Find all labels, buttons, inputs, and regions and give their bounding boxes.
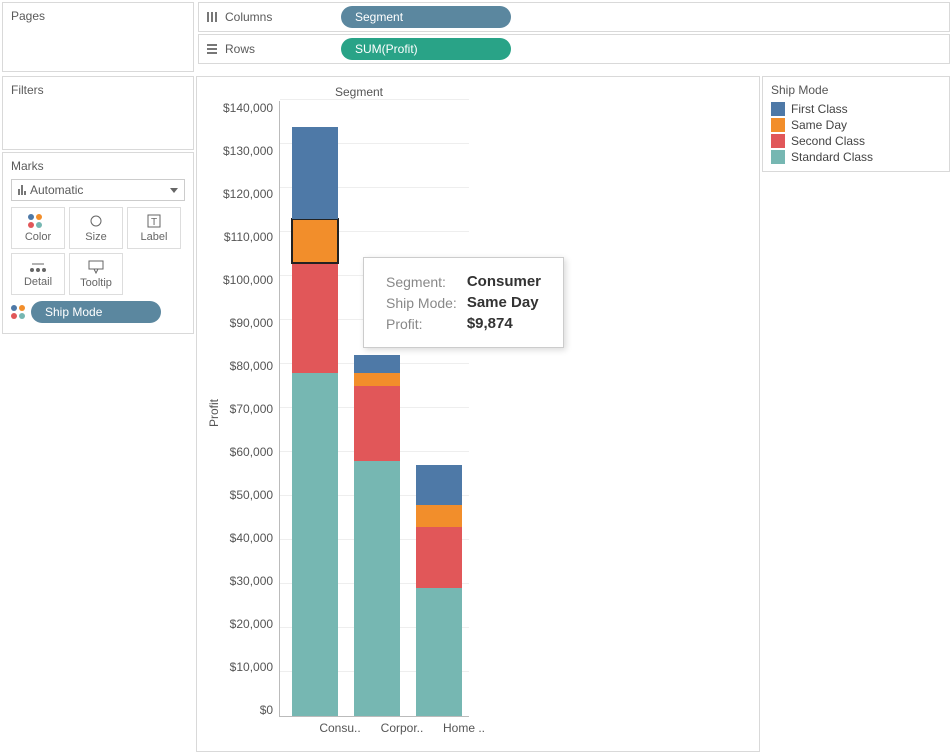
y-tick: $40,000 [230, 531, 273, 545]
rows-icon [205, 42, 219, 56]
legend-swatch [771, 118, 785, 132]
grid-line [280, 99, 469, 100]
rows-label-wrap: Rows [205, 42, 331, 56]
legend-card[interactable]: Ship Mode First Class Same Day Second Clas… [762, 76, 950, 172]
legend-item[interactable]: Standard Class [771, 149, 941, 165]
y-tick: $130,000 [223, 144, 273, 158]
y-tick: $80,000 [230, 359, 273, 373]
tooltip-icon [87, 260, 105, 274]
legend-item[interactable]: Second Class [771, 133, 941, 149]
bar-segment[interactable] [354, 373, 400, 386]
y-tick: $110,000 [224, 230, 273, 244]
y-tick: $100,000 [223, 273, 273, 287]
x-axis-labels: Consu.. Corpor.. Home .. [305, 717, 495, 735]
color-icon [11, 305, 25, 319]
legend-label: Same Day [791, 118, 847, 132]
legend-swatch [771, 150, 785, 164]
marks-type-select[interactable]: Automatic [11, 179, 185, 201]
marks-pill-ship-mode[interactable]: Ship Mode [31, 301, 161, 323]
marks-title: Marks [11, 159, 185, 173]
columns-pill-segment[interactable]: Segment [341, 6, 511, 28]
bar-segment[interactable] [292, 219, 338, 262]
rows-shelf[interactable]: Rows SUM(Profit) [198, 34, 950, 64]
rows-label: Rows [225, 42, 255, 56]
bar-segment[interactable] [292, 127, 338, 219]
bar-segment[interactable] [416, 505, 462, 527]
y-axis-label: Profit [207, 399, 221, 427]
filters-shelf[interactable]: Filters [2, 76, 194, 150]
pages-title: Pages [11, 9, 185, 23]
bar-segment[interactable] [416, 527, 462, 589]
y-tick: $140,000 [223, 101, 273, 115]
y-tick: $20,000 [230, 617, 273, 631]
bar-segment[interactable] [354, 461, 400, 716]
pages-shelf[interactable]: Pages [2, 2, 194, 72]
label-button[interactable]: T Label [127, 207, 181, 249]
plot-area[interactable] [279, 101, 469, 717]
detail-icon [29, 261, 47, 273]
columns-label: Columns [225, 10, 272, 24]
color-icon [28, 214, 42, 228]
rows-pill-sum-profit[interactable]: SUM(Profit) [341, 38, 511, 60]
bar-segment[interactable] [354, 355, 400, 373]
legend-swatch [771, 102, 785, 116]
bar-home-office[interactable] [416, 465, 462, 716]
legend-item[interactable]: Same Day [771, 117, 941, 133]
y-tick: $0 [260, 703, 273, 717]
y-tick: $120,000 [223, 187, 273, 201]
size-icon [87, 214, 105, 228]
x-tick: Home .. [441, 721, 487, 735]
legend-item[interactable]: First Class [771, 101, 941, 117]
bar-chart-icon [18, 185, 26, 195]
bar-consumer[interactable] [292, 127, 338, 716]
columns-label-wrap: Columns [205, 10, 331, 24]
y-tick: $70,000 [230, 402, 273, 416]
tooltip: Segment:Consumer Ship Mode:Same Day Prof… [363, 257, 564, 348]
y-tick: $50,000 [230, 488, 273, 502]
chevron-down-icon [170, 188, 178, 193]
y-tick: $60,000 [230, 445, 273, 459]
bar-corporate[interactable] [354, 355, 400, 716]
bar-segment[interactable] [292, 263, 338, 373]
marks-card: Marks Automatic Color Size [2, 152, 194, 334]
legend-label: First Class [791, 102, 848, 116]
label-icon: T [146, 214, 162, 228]
legend-label: Second Class [791, 134, 865, 148]
columns-shelf[interactable]: Columns Segment [198, 2, 950, 32]
x-tick: Consu.. [317, 721, 363, 735]
legend-title: Ship Mode [771, 83, 941, 97]
color-button[interactable]: Color [11, 207, 65, 249]
columns-icon [205, 10, 219, 24]
size-button[interactable]: Size [69, 207, 123, 249]
bar-segment[interactable] [354, 386, 400, 461]
filters-title: Filters [11, 83, 185, 97]
svg-text:T: T [151, 217, 157, 228]
legend-label: Standard Class [791, 150, 873, 164]
chart-title: Segment [223, 85, 495, 99]
x-tick: Corpor.. [379, 721, 425, 735]
marks-type-label: Automatic [30, 183, 83, 197]
detail-button[interactable]: Detail [11, 253, 65, 295]
y-tick: $10,000 [230, 660, 273, 674]
bar-segment[interactable] [416, 465, 462, 505]
tooltip-button[interactable]: Tooltip [69, 253, 123, 295]
legend-swatch [771, 134, 785, 148]
bar-segment[interactable] [416, 588, 462, 716]
visualization-canvas[interactable]: Profit Segment $140,000$130,000$120,000$… [196, 76, 760, 752]
bar-segment[interactable] [292, 373, 338, 716]
y-axis-ticks: $140,000 $130,000 $120,000 $110,000 $100,000… [223, 101, 279, 717]
y-tick: $90,000 [230, 316, 273, 330]
y-tick: $30,000 [230, 574, 273, 588]
